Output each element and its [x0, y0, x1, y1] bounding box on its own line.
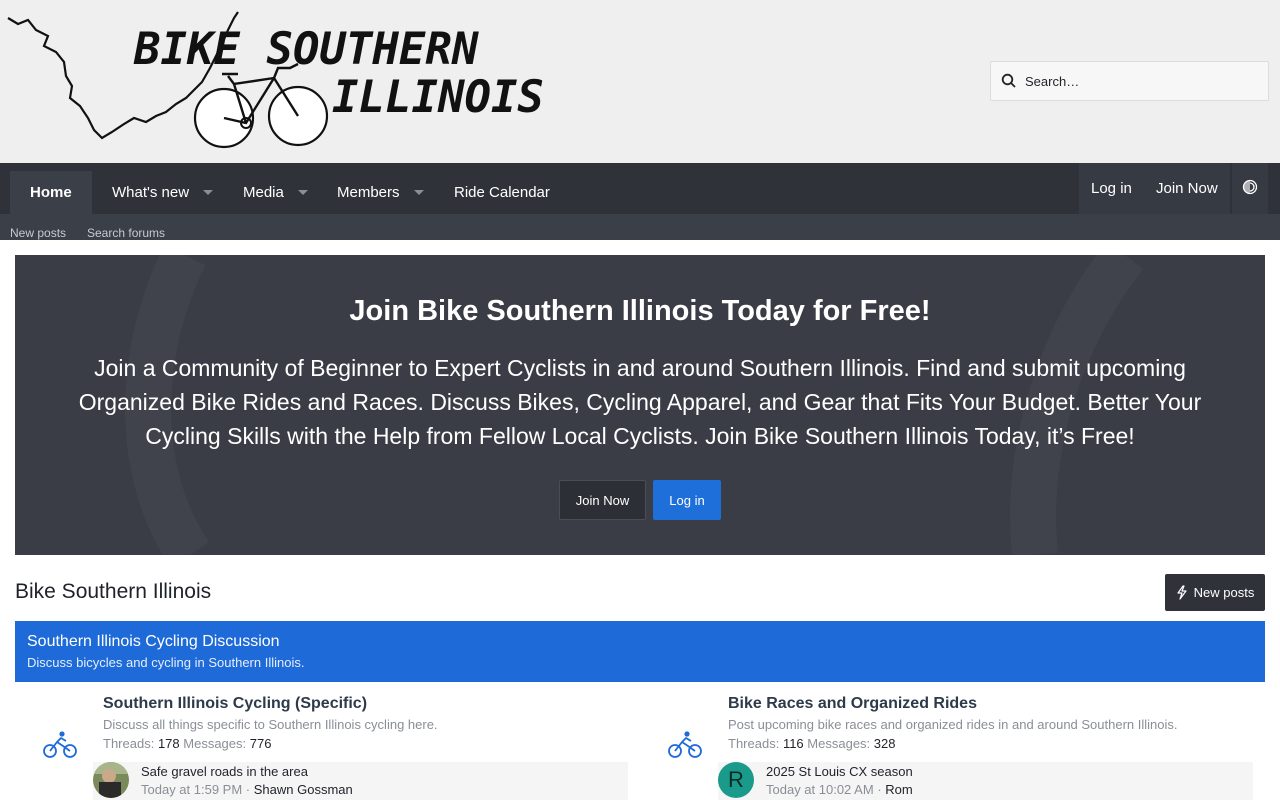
- threads-label: Threads:: [728, 736, 780, 751]
- avatar[interactable]: R: [718, 762, 754, 798]
- messages-label: Messages:: [807, 736, 871, 751]
- threads-count: 116: [782, 736, 804, 751]
- last-post-sep: ·: [245, 782, 251, 797]
- last-post-meta: Today at 10:02 AM · Rom: [766, 782, 913, 797]
- last-post-user[interactable]: Shawn Gossman: [254, 782, 353, 797]
- forum-title[interactable]: Southern Illinois Cycling (Specific): [103, 695, 367, 713]
- last-post: Safe gravel roads in the area Today at 1…: [93, 762, 628, 800]
- messages-count: 328: [873, 736, 896, 751]
- tab-media-label: Media: [243, 184, 284, 201]
- search-placeholder: Search…: [1025, 73, 1080, 89]
- tab-home-label: Home: [30, 184, 72, 201]
- last-post-title[interactable]: Safe gravel roads in the area: [141, 764, 308, 779]
- subnav-search-forums[interactable]: Search forums: [87, 226, 165, 240]
- contrast-icon: [1242, 179, 1258, 199]
- forum-description: Discuss all things specific to Southern …: [103, 717, 438, 732]
- sub-nav: New posts Search forums: [0, 214, 1280, 240]
- threads-count: 178: [157, 736, 180, 751]
- category-description: Discuss bicycles and cycling in Southern…: [27, 655, 305, 670]
- forum-stats: Threads: 178 Messages: 776: [103, 736, 271, 751]
- site-logo[interactable]: BIKE SOUTHERN ILLINOIS: [6, 6, 566, 156]
- tab-home[interactable]: Home: [10, 171, 92, 214]
- tab-ride-calendar[interactable]: Ride Calendar: [454, 171, 550, 214]
- messages-label: Messages:: [183, 736, 247, 751]
- bolt-icon: [1176, 585, 1188, 600]
- last-post-time: Today at 1:59 PM: [141, 782, 243, 797]
- forum-title[interactable]: Bike Races and Organized Rides: [728, 695, 977, 713]
- bicycle-icon: [668, 731, 702, 758]
- last-post-title[interactable]: 2025 St Louis CX season: [766, 764, 913, 779]
- page-title: Bike Southern Illinois: [15, 580, 212, 603]
- banner-text: Join a Community of Beginner to Expert C…: [78, 355, 1202, 449]
- nav-join-label: Join Now: [1156, 180, 1218, 197]
- login-button[interactable]: Log in: [653, 480, 721, 520]
- messages-count: 776: [249, 736, 272, 751]
- new-posts-label: New posts: [1193, 585, 1255, 600]
- last-post-time: Today at 10:02 AM: [766, 782, 874, 797]
- nav-login-link[interactable]: Log in: [1079, 163, 1144, 214]
- join-now-button[interactable]: Join Now: [559, 480, 646, 520]
- logo-line2: ILLINOIS: [332, 72, 544, 123]
- style-variation-button[interactable]: [1232, 163, 1268, 214]
- tab-members-label: Members: [337, 184, 400, 201]
- avatar[interactable]: [93, 762, 129, 798]
- forum-node: Southern Illinois Cycling (Specific) Dis…: [15, 682, 640, 800]
- join-banner: Join Bike Southern Illinois Today for Fr…: [15, 255, 1265, 555]
- forum-node: Bike Races and Organized Rides Post upco…: [640, 682, 1265, 800]
- bicycle-icon: [43, 731, 77, 758]
- threads-label: Threads:: [103, 736, 155, 751]
- tab-whats-new-label: What's new: [112, 184, 190, 201]
- banner-title: Join Bike Southern Illinois Today for Fr…: [349, 295, 931, 327]
- last-post: R 2025 St Louis CX season Today at 10:02…: [718, 762, 1253, 800]
- last-post-meta: Today at 1:59 PM · Shawn Gossman: [141, 782, 353, 797]
- last-post-user[interactable]: Rom: [885, 782, 912, 797]
- tab-members[interactable]: Members: [337, 171, 424, 214]
- chevron-down-icon[interactable]: [297, 190, 308, 195]
- subnav-new-posts[interactable]: New posts: [10, 226, 66, 240]
- main-nav: Home What's new Media Members Ride Calen…: [0, 163, 1280, 214]
- tab-whats-new[interactable]: What's new: [112, 171, 214, 214]
- forum-description: Post upcoming bike races and organized r…: [728, 717, 1178, 732]
- search-icon: [1001, 73, 1017, 89]
- forum-stats: Threads: 116 Messages: 328: [728, 736, 896, 751]
- new-posts-button[interactable]: New posts: [1165, 574, 1265, 611]
- category-header: Southern Illinois Cycling Discussion Dis…: [15, 621, 1265, 682]
- tab-media[interactable]: Media: [243, 171, 308, 214]
- chevron-down-icon[interactable]: [203, 190, 214, 195]
- chevron-down-icon[interactable]: [413, 190, 424, 195]
- nav-join-link[interactable]: Join Now: [1144, 163, 1230, 214]
- logo-line1: BIKE SOUTHERN: [133, 24, 479, 75]
- nav-login-label: Log in: [1091, 180, 1132, 197]
- last-post-sep: ·: [877, 782, 882, 797]
- category-title[interactable]: Southern Illinois Cycling Discussion: [27, 633, 280, 651]
- search-input[interactable]: Search…: [990, 61, 1269, 101]
- site-header: BIKE SOUTHERN ILLINOIS Search…: [0, 0, 1280, 163]
- tab-ride-calendar-label: Ride Calendar: [454, 184, 550, 201]
